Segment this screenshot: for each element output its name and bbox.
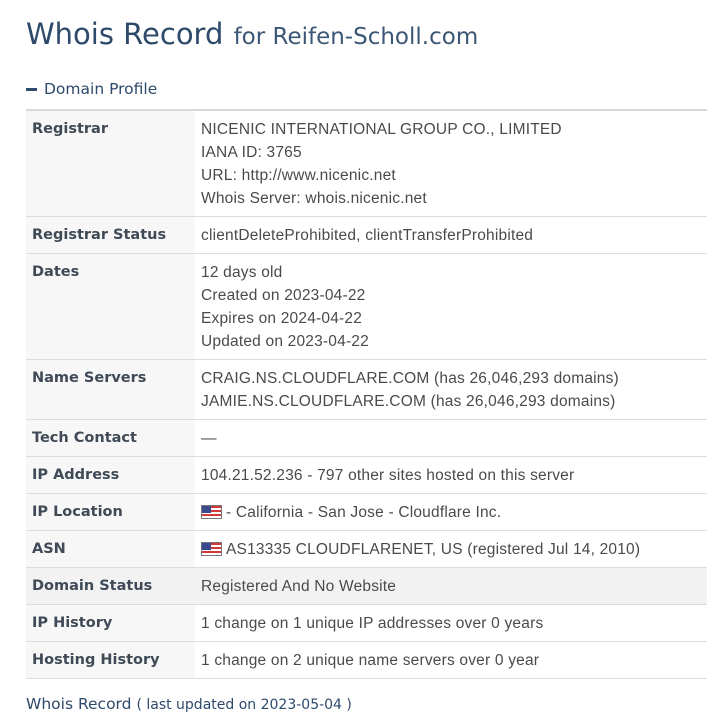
whois-record-link[interactable]: Whois Record [26,695,132,713]
row-value: 104.21.52.236 - 797 other sites hosted o… [195,456,707,494]
row-value: CRAIG.NS.CLOUDFLARE.COM (has 26,046,293 … [195,359,707,420]
row-label: Tech Contact [26,419,195,457]
updated-date: Updated on 2023-04-22 [201,333,369,350]
row-value: clientDeleteProhibited, clientTransferPr… [195,216,707,254]
row-label: Dates [26,253,195,360]
ip-history: 1 change on 1 unique IP addresses over 0… [201,615,544,632]
row-label: IP Address [26,456,195,494]
registrar-url: URL: http://www.nicenic.net [201,167,396,184]
page-title-domain: for Reifen-Scholl.com [233,24,479,50]
table-row: IP History 1 change on 1 unique IP addre… [26,604,707,642]
name-server: JAMIE.NS.CLOUDFLARE.COM (has 26,046,293 … [201,393,616,410]
iana-id: IANA ID: 3765 [201,144,302,161]
last-updated-note: ( last updated on 2023-05-04 ) [136,697,352,713]
row-value: Registered And No Website [195,567,707,605]
name-server: CRAIG.NS.CLOUDFLARE.COM (has 26,046,293 … [201,370,619,387]
table-row: Name Servers CRAIG.NS.CLOUDFLARE.COM (ha… [26,359,707,420]
row-label: Name Servers [26,359,195,420]
table-row: Tech Contact — [26,419,707,457]
row-label: Registrar Status [26,216,195,254]
page-title-main: Whois Record [26,17,224,51]
tech-contact: — [201,430,217,447]
table-row: Dates 12 days old Created on 2023-04-22 … [26,253,707,360]
page-title: Whois Record for Reifen-Scholl.com [26,14,478,52]
domain-profile-toggle[interactable]: Domain Profile [26,80,157,98]
table-row: Registrar NICENIC INTERNATIONAL GROUP CO… [26,110,707,217]
row-value: 1 change on 2 unique name servers over 0… [195,641,707,679]
row-label: Hosting History [26,641,195,679]
row-label: Domain Status [26,567,195,605]
whois-server: Whois Server: whois.nicenic.net [201,190,427,207]
row-label: ASN [26,530,195,568]
row-value: - California - San Jose - Cloudflare Inc… [195,493,707,531]
row-value: 12 days old Created on 2023-04-22 Expire… [195,253,707,360]
row-label: IP Location [26,493,195,531]
row-value: 1 change on 1 unique IP addresses over 0… [195,604,707,642]
minus-icon[interactable] [26,87,37,91]
row-value: NICENIC INTERNATIONAL GROUP CO., LIMITED… [195,110,707,217]
row-value: AS13335 CLOUDFLARENET, US (registered Ju… [195,530,707,568]
created-date: Created on 2023-04-22 [201,287,366,304]
table-row: Domain Status Registered And No Website [26,567,707,605]
expires-date: Expires on 2024-04-22 [201,310,363,327]
row-value: — [195,419,707,457]
ip-address: 104.21.52.236 - 797 other sites hosted o… [201,467,575,484]
hosting-history: 1 change on 2 unique name servers over 0… [201,652,540,669]
registrar-name: NICENIC INTERNATIONAL GROUP CO., LIMITED [201,121,562,138]
us-flag-icon [201,505,222,519]
table-row: Hosting History 1 change on 2 unique nam… [26,641,707,679]
table-row: IP Address 104.21.52.236 - 797 other sit… [26,456,707,494]
table-row: ASN AS13335 CLOUDFLARENET, US (registere… [26,530,707,568]
domain-profile-table: Registrar NICENIC INTERNATIONAL GROUP CO… [26,109,707,679]
registrar-status: clientDeleteProhibited, clientTransferPr… [201,227,534,244]
us-flag-icon [201,542,222,556]
asn-value: AS13335 CLOUDFLARENET, US (registered Ju… [226,541,641,558]
table-row: Registrar Status clientDeleteProhibited,… [26,216,707,254]
table-row: IP Location - California - San Jose - Cl… [26,493,707,531]
domain-age: 12 days old [201,264,283,281]
row-label: Registrar [26,110,195,217]
domain-profile-label: Domain Profile [44,80,158,98]
whois-record-footer: Whois Record ( last updated on 2023-05-0… [26,695,352,713]
ip-location: - California - San Jose - Cloudflare Inc… [226,504,502,521]
row-label: IP History [26,604,195,642]
domain-status: Registered And No Website [201,578,397,595]
